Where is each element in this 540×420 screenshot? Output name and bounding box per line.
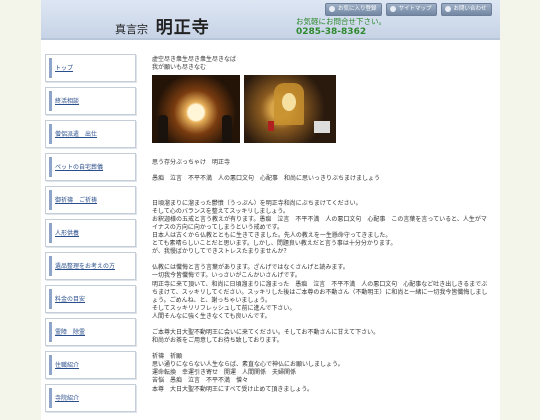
intro-line-1: 虚空尽き衆生尽き衆生尽きなば — [152, 56, 237, 63]
sidebar-item-label: 終活相談 — [55, 98, 80, 105]
sect-name: 真言宗 — [115, 23, 148, 36]
sidebar-item-label: 霊障 除霊 — [55, 329, 86, 336]
sidebar-item-label: ペットの自宅葬儀 — [55, 164, 104, 171]
sidebar-item-prayer[interactable]: 御祈禱 ご祈祷 — [45, 186, 136, 214]
sidebar-nav: トップ 終活相談 僧侶派遣 出仕 ペットの自宅葬儀 御祈禱 ご祈祷 人形供養 遺… — [45, 54, 136, 417]
sidebar-item-priest-dispatch[interactable]: 僧侶派遣 出仕 — [45, 120, 136, 148]
slogan-title: 思う存分ぶっちゃけ 明正寺 — [152, 159, 231, 167]
slogan-block: 思う存分ぶっちゃけ 明正寺 愚痴 泣言 不平不満 人の悪口文句 心配事 和尚に思… — [152, 151, 492, 191]
contact-button[interactable]: お問い合わせ — [440, 3, 492, 16]
main-content: 虚空尽き衆生尽き衆生尽きなば 我が願いも尽きなむ 思う存分ぶっちゃけ 明正寺 愚… — [152, 56, 492, 402]
site-title[interactable]: 真言宗 明正寺 — [115, 13, 210, 38]
sidebar-item-label: 住職紹介 — [55, 362, 80, 369]
phone-number: 0285-38-8362 — [296, 27, 367, 37]
star-icon — [329, 6, 335, 12]
sidebar-item-pricing[interactable]: 料金の目安 — [45, 285, 136, 313]
contact-button-label: お問い合わせ — [453, 6, 487, 12]
sidebar-item-label: 寺院紹介 — [55, 395, 80, 402]
sidebar-item-temple-profile[interactable]: 寺院紹介 — [45, 384, 136, 412]
photo-figure — [222, 115, 232, 144]
photo-row — [152, 75, 492, 144]
sidebar-item-pet-funeral[interactable]: ペットの自宅葬儀 — [45, 153, 136, 181]
sitemap-button-label: サイトマップ — [398, 6, 432, 12]
intro-line-2: 我が願いも尽きなむ — [152, 64, 207, 72]
contact-note: お気軽にお問合せ下さい。 — [296, 17, 386, 26]
altar-photo — [244, 75, 336, 144]
sidebar-item-priest-profile[interactable]: 住職紹介 — [45, 351, 136, 379]
nav-marker — [49, 355, 52, 375]
sitemap-button[interactable]: サイトマップ — [385, 3, 437, 16]
nav-marker — [49, 124, 52, 144]
sidebar-item-label: 人形供養 — [55, 230, 80, 237]
sidebar-item-label: 僧侶派遣 出仕 — [55, 131, 98, 138]
altar-candle — [268, 121, 274, 132]
sidebar-item-top[interactable]: トップ — [45, 54, 136, 82]
sidebar-item-label: 遺品整理をお考えの方 — [55, 263, 116, 270]
sidebar-item-label: トップ — [55, 65, 74, 72]
sidebar-item-label: 料金の目安 — [55, 296, 86, 303]
photo-figure — [158, 115, 168, 144]
nav-marker — [49, 289, 52, 309]
slogan-text: 愚痴 泣言 不平不満 人の悪口文句 心配事 和尚に思いっきりぶちまけましょう — [152, 175, 381, 183]
nav-marker — [49, 256, 52, 276]
nav-marker — [49, 322, 52, 342]
paragraph-relief: 日頃溜まりに溜まった鬱憤（うっぷん）を明正寺和尚にぶちまけてください。 そして心… — [152, 199, 487, 256]
nav-marker — [49, 91, 52, 111]
paragraph-invitation: ご本尊大日大聖不動明王に会いに来てください。そしてお不動さんに甘えて下さい。 和… — [152, 328, 380, 345]
top-buttons: お気に入り登録 サイトマップ お問い合わせ — [325, 3, 492, 16]
bookmark-button-label: お気に入り登録 — [338, 6, 377, 12]
nav-marker — [49, 157, 52, 177]
sidebar-item-end-of-life[interactable]: 終活相談 — [45, 87, 136, 115]
sidebar-item-doll-memorial[interactable]: 人形供養 — [45, 219, 136, 247]
mail-icon — [444, 6, 451, 12]
bookmark-button[interactable]: お気に入り登録 — [325, 3, 382, 16]
nav-marker — [49, 58, 52, 78]
contact-info: お気軽にお問合せ下さい。 0285-38-8362 — [296, 16, 386, 38]
altar-offering — [314, 121, 330, 134]
site-header: 真言宗 明正寺 お気軽にお問合せ下さい。 0285-38-8362 お気に入り登… — [41, 0, 500, 40]
nav-marker — [49, 190, 52, 210]
sidebar-item-estate-cleanup[interactable]: 遺品整理をお考えの方 — [45, 252, 136, 280]
temple-name: 明正寺 — [155, 18, 210, 38]
nav-marker — [49, 388, 52, 408]
sidebar-item-label: 御祈禱 ご祈祷 — [55, 197, 98, 204]
paragraph-prayer: 祈禱 祈願 思い通りにならない人生ならば、素直な心で神仏にお願いしましょう。 運… — [152, 353, 344, 393]
nav-marker — [49, 223, 52, 243]
sitemap-icon — [389, 6, 396, 12]
sidebar-item-exorcism[interactable]: 霊障 除霊 — [45, 318, 136, 346]
fire-ritual-photo — [152, 75, 240, 144]
paragraph-repentance: 仏教には懺悔と言う言葉があります。ざんげではなくさんげと読みます。 一切我今皆懺… — [152, 264, 488, 320]
